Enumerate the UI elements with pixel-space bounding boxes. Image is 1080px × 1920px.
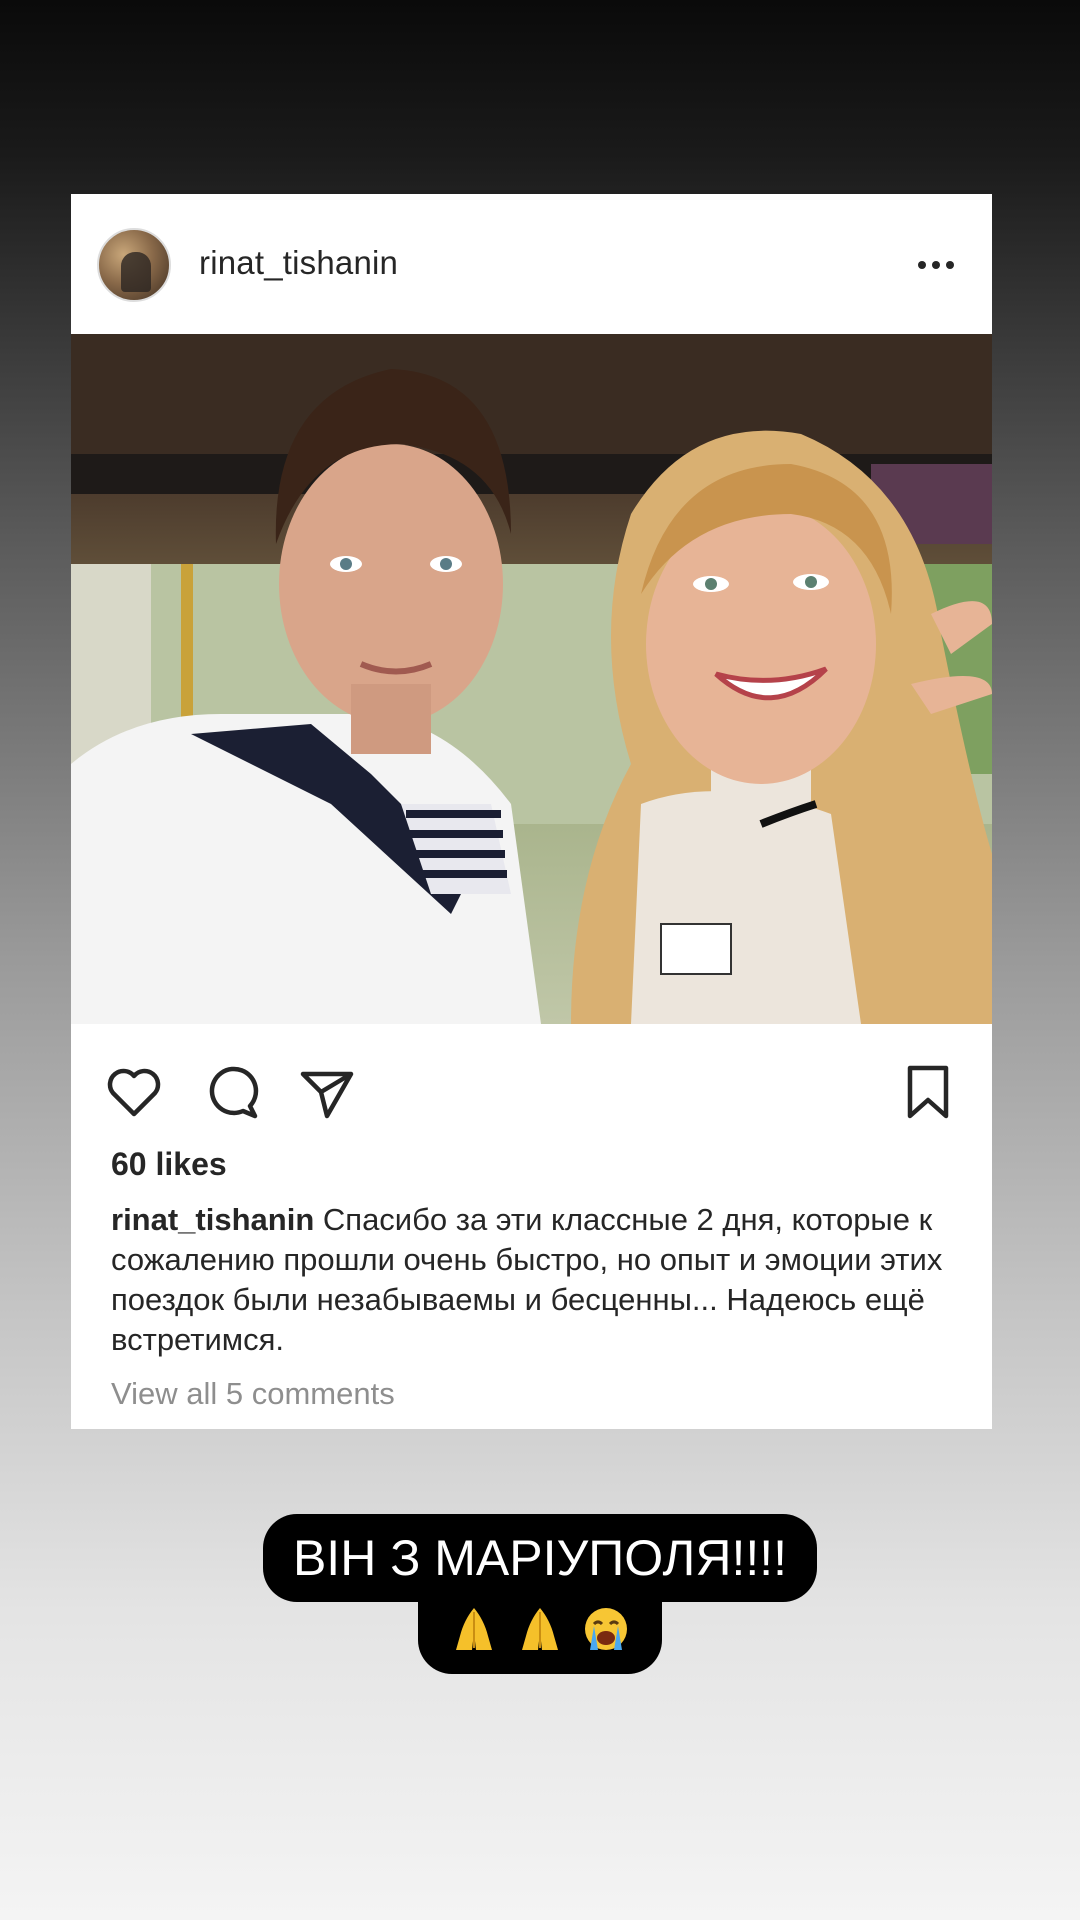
post-caption: rinat_tishanin Спасибо за эти классные 2… — [111, 1200, 971, 1360]
view-all-comments-link[interactable]: View all 5 comments — [111, 1376, 395, 1412]
more-options-icon[interactable] — [914, 250, 958, 280]
post-photo[interactable] — [71, 334, 992, 1024]
folded-hands-icon — [456, 1607, 493, 1650]
post-username[interactable]: rinat_tishanin — [199, 244, 398, 282]
emoji-sticker[interactable] — [0, 1587, 1080, 1674]
likes-count[interactable]: 60 likes — [111, 1146, 227, 1183]
bookmark-icon[interactable] — [898, 1062, 958, 1122]
emoji-row — [418, 1587, 662, 1674]
loudly-crying-face-icon — [584, 1607, 627, 1650]
folded-hands-icon — [522, 1607, 558, 1650]
paper-plane-icon[interactable] — [297, 1062, 357, 1122]
post-header: rinat_tishanin — [71, 194, 992, 334]
caption-username[interactable]: rinat_tishanin — [111, 1202, 314, 1237]
comment-bubble-icon[interactable] — [201, 1062, 261, 1122]
heart-icon[interactable] — [104, 1062, 164, 1122]
post-actions-bar — [71, 1024, 992, 1134]
avatar[interactable] — [97, 228, 171, 302]
